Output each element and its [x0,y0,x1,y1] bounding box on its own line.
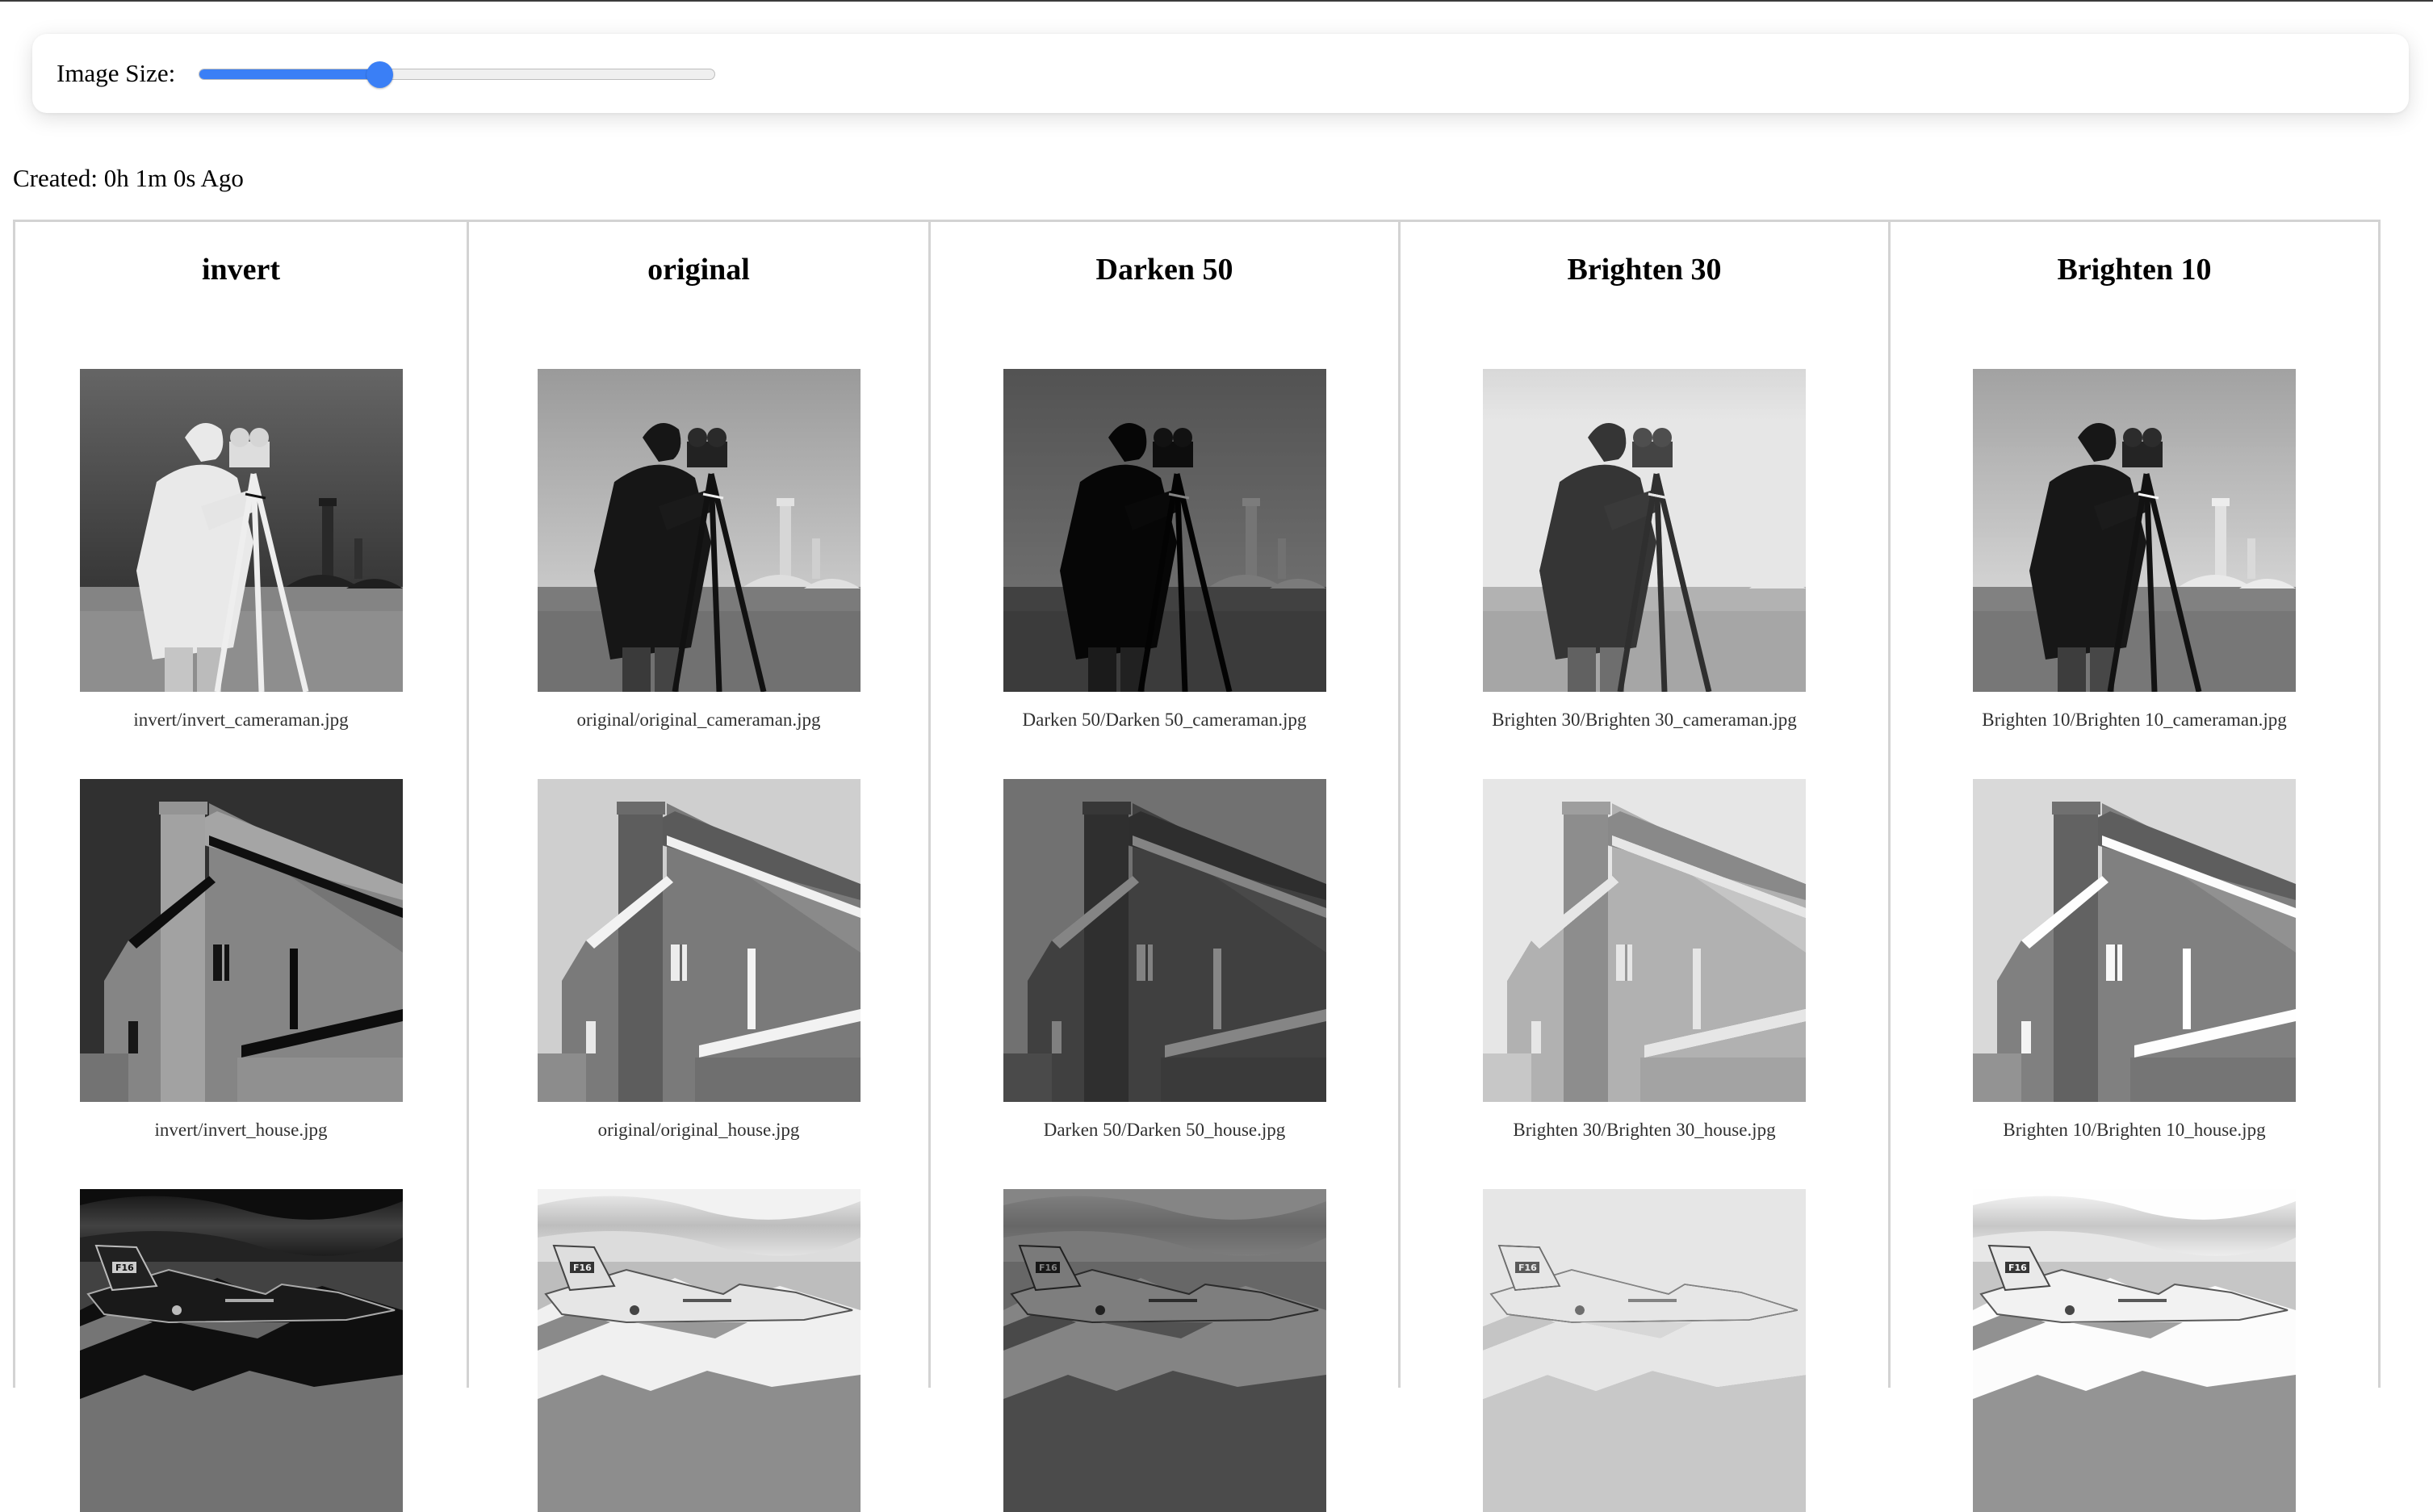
jet-image[interactable] [1003,1189,1326,1512]
image-caption: original/original_house.jpg [597,1120,800,1140]
image-card [1483,1189,1806,1512]
image-caption: Darken 50/Darken 50_house.jpg [1043,1120,1286,1140]
column-title: invert [201,253,281,287]
image-card: invert/invert_cameraman.jpg [80,369,403,730]
image-card: original/original_house.jpg [538,779,861,1140]
image-card: Brighten 10/Brighten 10_house.jpg [1973,779,2296,1140]
jet-image[interactable] [80,1189,403,1512]
image-caption: Brighten 30/Brighten 30_cameraman.jpg [1492,710,1797,730]
house-image[interactable] [538,779,861,1102]
image-card: Brighten 10/Brighten 10_cameraman.jpg [1973,369,2296,730]
filter-column: Brighten 30 Brighten 30/Brighten 30_camer… [1401,222,1891,1388]
image-card: Darken 50/Darken 50_house.jpg [1003,779,1326,1140]
created-timestamp: Created: 0h 1m 0s Ago [13,164,244,192]
image-card: Darken 50/Darken 50_cameraman.jpg [1003,369,1326,730]
column-title: Brighten 10 [2057,253,2212,287]
column-title: original [647,253,750,287]
image-card [1003,1189,1326,1512]
image-card: original/original_cameraman.jpg [538,369,861,730]
jet-image[interactable] [1973,1189,2296,1512]
column-title: Darken 50 [1095,253,1233,287]
image-caption: original/original_cameraman.jpg [576,710,821,730]
slider-thumb[interactable] [366,61,393,88]
image-caption: Darken 50/Darken 50_cameraman.jpg [1022,710,1307,730]
cameraman-image[interactable] [80,369,403,692]
slider-fill [199,69,380,79]
image-size-label: Image Size: [57,59,176,87]
cameraman-image[interactable] [1973,369,2296,692]
image-caption: Brighten 30/Brighten 30_house.jpg [1513,1120,1776,1140]
image-size-slider[interactable] [199,69,715,80]
column-title: Brighten 30 [1567,253,1722,287]
image-card [538,1189,861,1512]
control-panel: Image Size: [32,34,2409,113]
cameraman-image[interactable] [538,369,861,692]
cameraman-image[interactable] [1003,369,1326,692]
filter-column: Brighten 10 Brighten 10/Brighten 10_camer… [1891,222,2381,1388]
house-image[interactable] [1483,779,1806,1102]
image-grid: invert invert/invert_cameraman.jpg invert/… [13,220,2381,1388]
image-card [1973,1189,2296,1512]
top-rule [0,0,2433,2]
image-card: Brighten 30/Brighten 30_house.jpg [1483,779,1806,1140]
filter-column: original original/original_cameraman.jpgo… [469,222,931,1388]
image-card: Brighten 30/Brighten 30_cameraman.jpg [1483,369,1806,730]
jet-image[interactable] [1483,1189,1806,1512]
filter-column: Darken 50 Darken 50/Darken 50_cameraman.j… [931,222,1401,1388]
image-card [80,1189,403,1512]
filter-column: invert invert/invert_cameraman.jpg invert/… [15,222,469,1388]
image-caption: invert/invert_house.jpg [154,1120,328,1140]
house-image[interactable] [80,779,403,1102]
jet-image[interactable] [538,1189,861,1512]
image-caption: Brighten 10/Brighten 10_cameraman.jpg [1982,710,2287,730]
image-caption: Brighten 10/Brighten 10_house.jpg [2003,1120,2266,1140]
image-caption: invert/invert_cameraman.jpg [133,710,349,730]
image-card: invert/invert_house.jpg [80,779,403,1140]
house-image[interactable] [1973,779,2296,1102]
house-image[interactable] [1003,779,1326,1102]
cameraman-image[interactable] [1483,369,1806,692]
